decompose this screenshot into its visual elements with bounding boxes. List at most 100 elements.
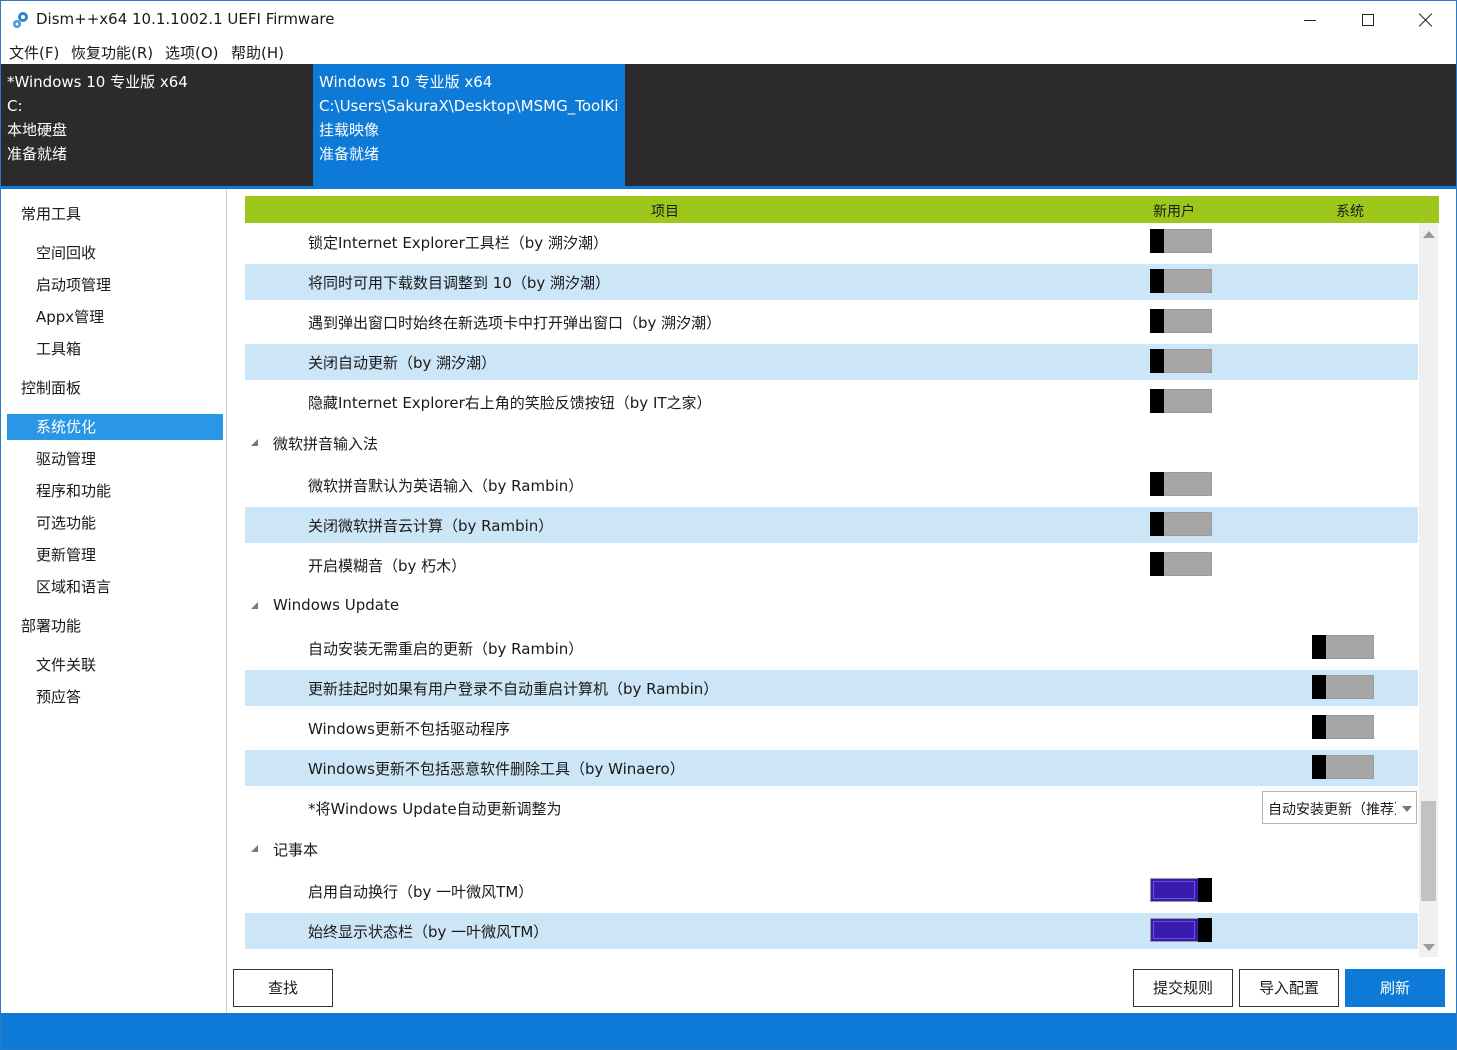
toggle-knob [1150,552,1164,576]
submit-rules-button[interactable]: 提交规则 [1133,969,1233,1007]
setting-row[interactable]: 关闭微软拼音云计算（by Rambin） [245,507,1418,543]
setting-row[interactable]: 开启模糊音（by 朽木） [245,547,1418,583]
setting-label: 启用自动换行（by 一叶微风TM） [308,883,534,901]
setting-row[interactable]: 微软拼音默认为英语输入（by Rambin） [245,467,1418,503]
menu-help[interactable]: 帮助(H) [231,42,284,63]
group-label: 记事本 [273,841,319,859]
toggle-knob [1312,715,1326,739]
setting-label: 更新挂起时如果有用户登录不自动重启计算机（by Rambin） [308,680,719,698]
toggle-knob [1312,675,1326,699]
sidebar-item[interactable]: 启动项管理 [7,272,223,298]
minimize-icon [1304,19,1316,21]
menu-bar: 文件(F) 恢复功能(R) 选项(O) 帮助(H) [1,39,1456,64]
maximize-button[interactable] [1339,1,1397,39]
toggle-knob [1150,472,1164,496]
sidebar-group[interactable]: 常用工具 [7,201,223,227]
setting-row[interactable]: 隐藏Internet Explorer右上角的笑脸反馈按钮（by IT之家） [245,384,1418,420]
sidebar-item[interactable]: 系统优化 [7,414,223,440]
column-header-system[interactable]: 系统 [1336,201,1364,221]
maximize-icon [1362,14,1374,26]
new-user-toggle[interactable] [1150,389,1212,413]
setting-row[interactable]: 自动安装无需重启的更新（by Rambin） [245,630,1418,666]
optimization-list: 锁定Internet Explorer工具栏（by 溯汐潮） 将同时可用下载数目调… [245,223,1418,957]
setting-row[interactable]: 始终显示状态栏（by 一叶微风TM） [245,913,1418,949]
window-title: Dism++x64 10.1.1002.1 UEFI Firmware [36,10,335,28]
new-user-toggle[interactable] [1150,472,1212,496]
menu-file[interactable]: 文件(F) [9,42,59,63]
group-header[interactable]: 记事本 [245,831,1418,867]
setting-label: Windows更新不包括驱动程序 [308,720,510,738]
new-user-toggle[interactable] [1150,309,1212,333]
sidebar-item[interactable]: 程序和功能 [7,478,223,504]
minimize-button[interactable] [1281,1,1339,39]
setting-row[interactable]: Windows更新不包括恶意软件删除工具（by Winaero） [245,750,1418,786]
refresh-button[interactable]: 刷新 [1345,969,1445,1007]
vertical-scrollbar[interactable] [1419,223,1438,957]
setting-label: *将Windows Update自动更新调整为 [308,800,562,818]
sidebar-item[interactable]: 区域和语言 [7,574,223,600]
sidebar-item[interactable]: 可选功能 [7,510,223,536]
toggle-knob [1150,309,1164,333]
collapse-icon[interactable] [251,602,258,609]
setting-row[interactable]: *将Windows Update自动更新调整为 自动安装更新（推荐） [245,790,1418,826]
setting-row[interactable]: 锁定Internet Explorer工具栏（by 溯汐潮） [245,224,1418,260]
close-icon [1419,13,1433,27]
new-user-toggle[interactable] [1150,349,1212,373]
app-window: Dism++x64 10.1.1002.1 UEFI Firmware 文件(F… [0,0,1457,1050]
system-toggle[interactable] [1312,755,1374,779]
image-status: 准备就绪 [7,145,68,163]
title-bar: Dism++x64 10.1.1002.1 UEFI Firmware [1,1,1456,39]
import-config-button[interactable]: 导入配置 [1239,969,1339,1007]
toggle-knob [1150,389,1164,413]
toggle-knob [1150,269,1164,293]
sidebar-item[interactable]: 驱动管理 [7,446,223,472]
new-user-toggle[interactable] [1150,229,1212,253]
image-type: 挂载映像 [319,121,380,139]
toggle-knob [1312,635,1326,659]
setting-row[interactable]: 更新挂起时如果有用户登录不自动重启计算机（by Rambin） [245,670,1418,706]
system-toggle[interactable] [1312,675,1374,699]
column-header-new-user[interactable]: 新用户 [1153,201,1195,221]
image-card-mounted[interactable]: Windows 10 专业版 x64 C:\Users\SakuraX\Desk… [313,64,625,186]
setting-row[interactable]: 将同时可用下载数目调整到 10（by 溯汐潮） [245,264,1418,300]
new-user-toggle[interactable] [1150,918,1212,942]
collapse-icon[interactable] [251,439,258,446]
new-user-toggle[interactable] [1150,552,1212,576]
sidebar-item[interactable]: 工具箱 [7,336,223,362]
menu-options[interactable]: 选项(O) [165,42,219,63]
setting-row[interactable]: 启用自动换行（by 一叶微风TM） [245,873,1418,909]
setting-row[interactable]: 关闭自动更新（by 溯汐潮） [245,344,1418,380]
sidebar-item[interactable]: 更新管理 [7,542,223,568]
menu-recovery[interactable]: 恢复功能(R) [71,42,153,63]
sidebar-item[interactable]: 预应答 [7,684,223,710]
system-toggle[interactable] [1312,715,1374,739]
new-user-toggle[interactable] [1150,878,1212,902]
scroll-down-icon[interactable] [1423,944,1435,951]
setting-row[interactable]: 遇到弹出窗口时始终在新选项卡中打开弹出窗口（by 溯汐潮） [245,304,1418,340]
new-user-toggle[interactable] [1150,269,1212,293]
close-button[interactable] [1397,1,1455,39]
system-toggle[interactable] [1312,635,1374,659]
toggle-knob [1198,878,1212,902]
collapse-icon[interactable] [251,845,258,852]
sidebar-item[interactable]: Appx管理 [7,304,223,330]
image-type: 本地硬盘 [7,121,68,139]
sidebar-item[interactable]: 文件关联 [7,652,223,678]
auto-update-select[interactable]: 自动安装更新（推荐） [1262,791,1417,824]
setting-label: 开启模糊音（by 朽木） [308,557,467,575]
new-user-toggle[interactable] [1150,512,1212,536]
find-button[interactable]: 查找 [233,969,333,1007]
sidebar-item[interactable]: 空间回收 [7,240,223,266]
group-header[interactable]: Windows Update [245,588,1418,624]
sidebar: 常用工具空间回收启动项管理 Appx管理 工具箱控制面板系统优化驱动管理程序和功能可… [1,189,227,1013]
scroll-thumb[interactable] [1421,801,1436,901]
toggle-knob [1150,349,1164,373]
image-card-local[interactable]: *Windows 10 专业版 x64 C: 本地硬盘 准备就绪 [1,64,313,186]
sidebar-group[interactable]: 部署功能 [7,613,223,639]
scroll-up-icon[interactable] [1423,231,1435,238]
setting-row[interactable]: Windows更新不包括驱动程序 [245,710,1418,746]
sidebar-group[interactable]: 控制面板 [7,375,223,401]
column-header-item[interactable]: 项目 [651,201,679,221]
setting-label: 微软拼音默认为英语输入（by Rambin） [308,477,584,495]
group-header[interactable]: 微软拼音输入法 [245,425,1418,461]
